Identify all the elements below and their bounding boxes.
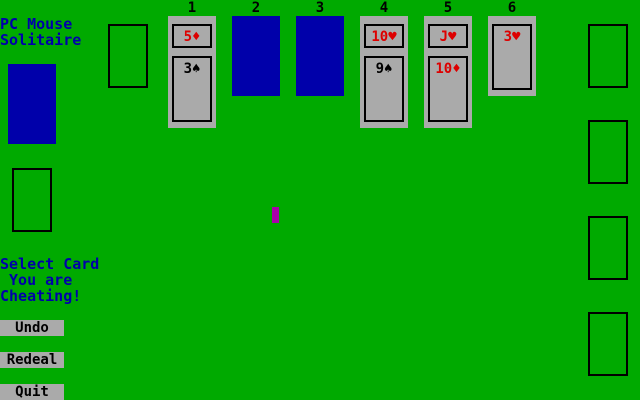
card[interactable]: 9♠ bbox=[364, 56, 404, 122]
game-title-line1: PC Mouse bbox=[0, 15, 73, 33]
status-you-are: You are bbox=[0, 271, 73, 289]
game-title-line2: Solitaire bbox=[0, 31, 82, 49]
waste-pile-slot[interactable] bbox=[12, 168, 52, 232]
mouse-cursor bbox=[272, 207, 279, 223]
status-cheating: Cheating! bbox=[0, 287, 82, 305]
tableau-column-6[interactable]: 3♥ bbox=[488, 16, 536, 96]
tableau-column-4[interactable]: 10♥ 9♠ bbox=[360, 16, 408, 128]
deck-slot[interactable] bbox=[108, 24, 148, 88]
undo-button[interactable]: Undo bbox=[0, 320, 64, 336]
card-label: 9♠ bbox=[375, 61, 393, 77]
column-number-1: 1 bbox=[187, 0, 197, 16]
column-number-6: 6 bbox=[507, 0, 517, 16]
foundation-slot-2[interactable] bbox=[588, 120, 628, 184]
card-label: 3♠ bbox=[183, 61, 201, 77]
tableau-column-1[interactable]: 5♦ 3♠ bbox=[168, 16, 216, 128]
status-select-card: Select Card bbox=[0, 255, 100, 273]
tableau-column-3-facedown[interactable] bbox=[296, 16, 344, 96]
card-label: 10♥ bbox=[371, 29, 397, 45]
tableau-column-2-facedown[interactable] bbox=[232, 16, 280, 96]
card[interactable]: 3♠ bbox=[172, 56, 212, 122]
card[interactable]: 3♥ bbox=[492, 24, 532, 90]
column-number-2: 2 bbox=[251, 0, 261, 16]
card[interactable]: 10♥ bbox=[364, 24, 404, 48]
card[interactable]: 10♦ bbox=[428, 56, 468, 122]
card[interactable]: J♥ bbox=[428, 24, 468, 48]
tableau-column-5[interactable]: J♥ 10♦ bbox=[424, 16, 472, 128]
card-label: J♥ bbox=[439, 29, 457, 45]
quit-button[interactable]: Quit bbox=[0, 384, 64, 400]
redeal-button[interactable]: Redeal bbox=[0, 352, 64, 368]
column-number-5: 5 bbox=[443, 0, 453, 16]
card-label: 3♥ bbox=[503, 29, 521, 45]
column-number-4: 4 bbox=[379, 0, 389, 16]
foundation-slot-1[interactable] bbox=[588, 24, 628, 88]
foundation-slot-4[interactable] bbox=[588, 312, 628, 376]
stock-pile[interactable] bbox=[8, 64, 56, 144]
card-label: 5♦ bbox=[183, 29, 201, 45]
column-number-3: 3 bbox=[315, 0, 325, 16]
card[interactable]: 5♦ bbox=[172, 24, 212, 48]
card-label: 10♦ bbox=[435, 61, 461, 77]
foundation-slot-3[interactable] bbox=[588, 216, 628, 280]
